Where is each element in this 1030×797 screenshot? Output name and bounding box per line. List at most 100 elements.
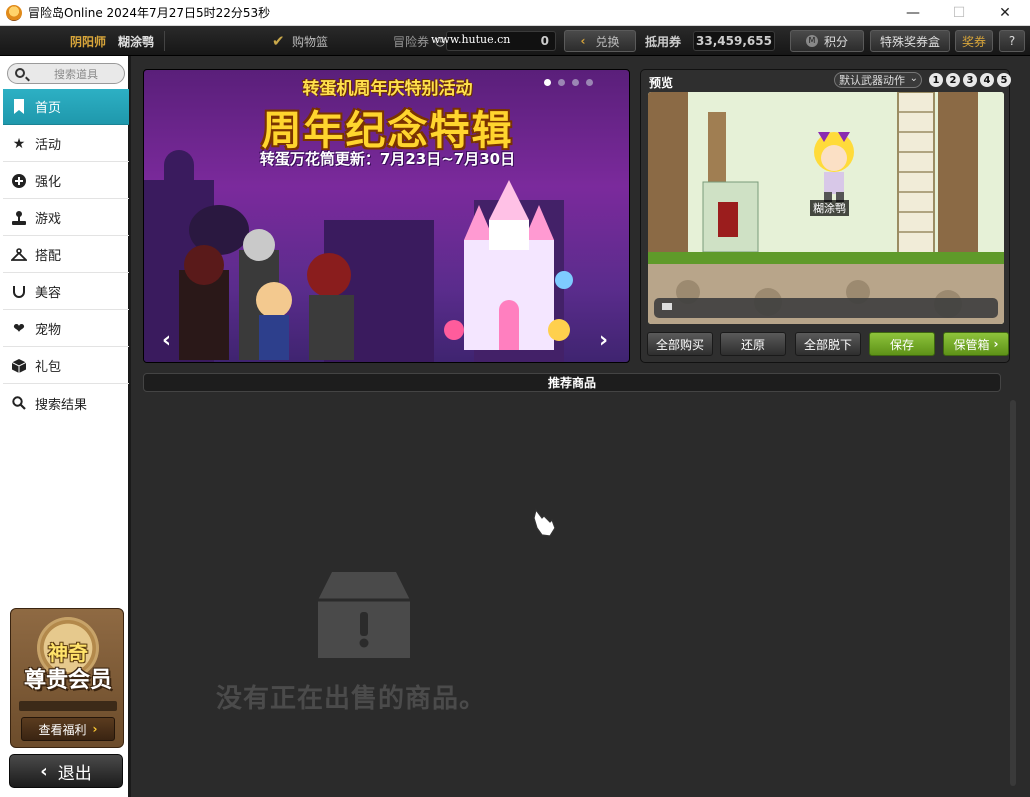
scrollbar[interactable] bbox=[1010, 400, 1016, 786]
action-select[interactable]: 默认武器动作 ⌄ bbox=[834, 72, 922, 88]
slot-button-3[interactable]: 3 bbox=[963, 73, 977, 87]
slide-dot[interactable] bbox=[586, 79, 593, 86]
sidebar-item-outfits[interactable]: 搭配 bbox=[3, 237, 129, 273]
empty-message: 没有正在出售的商品。 bbox=[216, 684, 487, 714]
banner-pretitle: 转蛋机周年庆特别活动 bbox=[302, 79, 473, 99]
window-titlebar: 冒险岛Online 2024年7月27日5时22分53秒 — ☐ ✕ bbox=[0, 0, 1030, 26]
storage-label: 保管箱 bbox=[953, 337, 990, 352]
sidebar-item-label: 强化 bbox=[35, 175, 62, 190]
maple-points-field: www.hutue.cn 0 bbox=[431, 31, 556, 51]
heart-icon: ❤ bbox=[13, 320, 25, 337]
job-label: 阴阳师 bbox=[70, 34, 107, 49]
watermark: www.hutue.cn bbox=[431, 33, 511, 46]
sidebar-item-label: 宠物 bbox=[35, 323, 62, 338]
search-icon bbox=[15, 68, 25, 78]
voucher-value: 33,459,655 bbox=[693, 31, 775, 51]
sidebar-item-home[interactable]: 首页 bbox=[3, 89, 129, 125]
help-button[interactable]: ? bbox=[999, 30, 1025, 52]
sidebar-item-packages[interactable]: 礼包 bbox=[3, 348, 129, 384]
save-button[interactable]: 保存 bbox=[869, 332, 935, 356]
action-select-value: 默认武器动作 bbox=[839, 74, 905, 87]
preview-scene: 糊涂鹗 bbox=[648, 92, 1004, 324]
promo-banner[interactable]: 转蛋机周年庆特别活动 周年纪念特辑 转蛋万花筒更新：7月23日~7月30日 ‹ … bbox=[143, 69, 630, 363]
banner-subtitle: 转蛋万花筒更新：7月23日~7月30日 bbox=[259, 150, 516, 168]
sidebar-item-beauty[interactable]: 美容 bbox=[3, 274, 129, 310]
slide-dot[interactable] bbox=[572, 79, 579, 86]
star-icon: ★ bbox=[12, 135, 26, 152]
bookmark-icon bbox=[11, 99, 27, 115]
face-icon bbox=[11, 284, 27, 300]
sidebar-item-label: 首页 bbox=[35, 101, 62, 116]
banner-prev-icon[interactable]: ‹ bbox=[162, 328, 171, 353]
exchange-label: 兑换 bbox=[595, 34, 620, 49]
chevron-down-icon: ⌄ bbox=[909, 73, 918, 84]
buy-all-button[interactable]: 全部购买 bbox=[647, 332, 713, 356]
chevron-left-icon: ‹ bbox=[580, 34, 586, 48]
recommend-area bbox=[134, 393, 1018, 797]
search-input[interactable] bbox=[30, 65, 122, 83]
chevron-left-icon: ‹ bbox=[40, 760, 48, 782]
special-box-button[interactable]: 特殊奖券盒 bbox=[870, 30, 950, 52]
points-button[interactable]: M 积分 bbox=[790, 30, 864, 52]
hand-cursor-icon bbox=[532, 508, 556, 538]
storage-button[interactable]: 保管箱 › bbox=[943, 332, 1009, 356]
plus-circle-icon bbox=[11, 173, 27, 189]
sidebar-item-label: 活动 bbox=[35, 138, 62, 153]
points-label: 积分 bbox=[823, 34, 848, 49]
sidebar-item-label: 游戏 bbox=[35, 212, 62, 227]
preview-label: 预览 bbox=[649, 76, 674, 90]
vip-bar bbox=[19, 701, 117, 711]
shop-topbar: 阴阳师 糊涂鹗 ✔ 购物篮 冒险券 ◷ www.hutue.cn 0 ‹ 兑换 … bbox=[0, 26, 1030, 56]
divider bbox=[164, 31, 165, 51]
vip-card: 神奇 尊贵会员 查看福利 › bbox=[10, 608, 124, 748]
hanger-icon bbox=[11, 247, 27, 263]
sidebar-item-label: 美容 bbox=[35, 286, 62, 301]
sidebar-item-label: 搜索结果 bbox=[35, 397, 88, 413]
slide-dot[interactable] bbox=[558, 79, 565, 86]
sidebar-item-search-results[interactable]: 搜索结果 bbox=[3, 385, 129, 421]
vip-benefits-button[interactable]: 查看福利 › bbox=[21, 717, 115, 741]
slot-button-1[interactable]: 1 bbox=[929, 73, 943, 87]
slot-button-4[interactable]: 4 bbox=[980, 73, 994, 87]
slot-button-5[interactable]: 5 bbox=[997, 73, 1011, 87]
box-icon bbox=[11, 358, 27, 374]
remove-all-button[interactable]: 全部脱下 bbox=[795, 332, 861, 356]
sidebar: 首页 ★ 活动 强化 游戏 搭配 美容 ❤ 宠物 礼包 bbox=[0, 56, 131, 797]
vip-benefits-label: 查看福利 bbox=[38, 722, 87, 737]
minimize-button[interactable]: — bbox=[890, 0, 936, 26]
sidebar-item-label: 搭配 bbox=[35, 249, 62, 264]
search-box[interactable] bbox=[7, 63, 125, 84]
exchange-button[interactable]: ‹ 兑换 bbox=[564, 30, 636, 52]
preview-panel: 预览 默认武器动作 ⌄ 1 2 3 4 5 糊涂鹗 全部购买 还原 全部脱下 保… bbox=[640, 69, 1011, 363]
restore-button[interactable]: 还原 bbox=[720, 332, 786, 356]
character-nametag: 糊涂鹗 bbox=[810, 200, 849, 216]
points-icon: M bbox=[805, 35, 818, 47]
characters-art bbox=[159, 190, 389, 360]
candy-castle bbox=[444, 180, 574, 350]
sidebar-item-events[interactable]: ★ 活动 bbox=[3, 126, 129, 162]
vip-line2: 尊贵会员 bbox=[23, 668, 112, 693]
empty-box-icon bbox=[318, 572, 410, 658]
search-icon bbox=[11, 395, 27, 411]
maximize-button[interactable]: ☐ bbox=[936, 0, 982, 26]
sidebar-item-enhance[interactable]: 强化 bbox=[3, 163, 129, 199]
logout-label: 退出 bbox=[57, 763, 92, 784]
sidebar-item-label: 礼包 bbox=[35, 360, 62, 375]
chevron-right-icon: › bbox=[993, 337, 999, 351]
sidebar-item-games[interactable]: 游戏 bbox=[3, 200, 129, 236]
slide-dot[interactable] bbox=[544, 79, 551, 86]
chevron-right-icon: › bbox=[92, 722, 98, 736]
sidebar-item-pets[interactable]: ❤ 宠物 bbox=[3, 311, 129, 347]
reward-button[interactable]: 奖券 bbox=[955, 30, 993, 52]
app-icon bbox=[6, 4, 22, 21]
joystick-icon bbox=[11, 210, 27, 226]
close-button[interactable]: ✕ bbox=[982, 0, 1028, 26]
logout-button[interactable]: ‹ 退出 bbox=[9, 754, 123, 788]
slot-button-2[interactable]: 2 bbox=[946, 73, 960, 87]
window-title: 冒险岛Online 2024年7月27日5时22分53秒 bbox=[28, 6, 271, 20]
maple-points-value: 0 bbox=[540, 34, 549, 48]
banner-next-icon[interactable]: › bbox=[599, 328, 608, 353]
cart-button[interactable]: 购物篮 bbox=[292, 26, 328, 56]
check-icon: ✔ bbox=[272, 32, 285, 50]
recommend-header: 推荐商品 bbox=[143, 373, 1001, 392]
